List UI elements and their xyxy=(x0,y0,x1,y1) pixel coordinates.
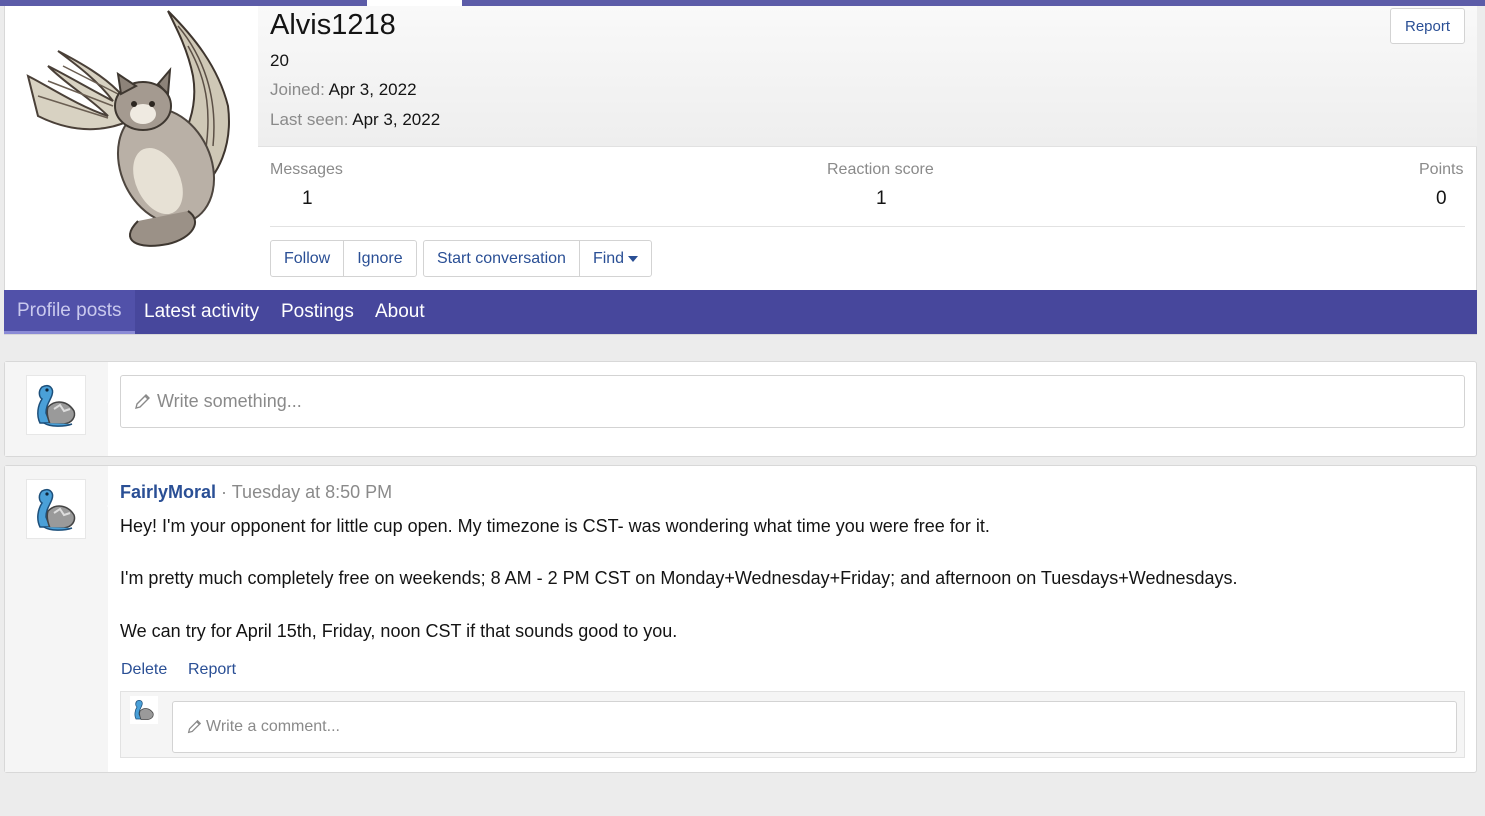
post-author-avatar[interactable] xyxy=(26,479,86,539)
joined-value: Apr 3, 2022 xyxy=(328,80,417,99)
last-seen-value[interactable]: Apr 3, 2022 xyxy=(352,110,440,129)
write-something-placeholder: Write something... xyxy=(157,391,302,411)
ignore-button[interactable]: Ignore xyxy=(343,241,415,276)
pencil-icon xyxy=(187,719,202,734)
profile-avatar[interactable] xyxy=(18,6,258,252)
lapras-avatar-icon xyxy=(37,384,76,427)
report-button[interactable]: Report xyxy=(1390,8,1465,44)
follow-ignore-group: Follow Ignore xyxy=(270,240,417,277)
winged-cat-avatar-image xyxy=(26,10,230,247)
last-seen-label: Last seen: xyxy=(270,110,349,129)
reaction-score-label: Reaction score xyxy=(827,161,934,178)
lapras-avatar-icon xyxy=(37,488,76,531)
post-meta-separator: · xyxy=(221,482,228,502)
tab-postings[interactable]: Postings xyxy=(268,290,367,334)
pencil-icon xyxy=(135,393,150,409)
post-body-line: Hey! I'm your opponent for little cup op… xyxy=(120,516,990,536)
write-comment-input[interactable]: Write a comment... xyxy=(172,701,1457,753)
composer-arrow xyxy=(107,394,115,410)
post-meta: FairlyMoral · Tuesday at 8:50 PM xyxy=(120,482,392,503)
write-comment-placeholder: Write a comment... xyxy=(206,718,340,735)
profile-tabs: Profile posts Latest activity Postings A… xyxy=(4,290,1477,334)
last-seen-row: Last seen: Apr 3, 2022 xyxy=(270,110,440,130)
joined-label: Joined: xyxy=(270,80,325,99)
profile-post: FairlyMoral · Tuesday at 8:50 PM Hey! I'… xyxy=(4,465,1477,773)
write-something-input[interactable]: Write something... xyxy=(120,375,1465,428)
user-title: 20 xyxy=(270,51,289,70)
tab-latest-activity[interactable]: Latest activity xyxy=(131,290,272,334)
post-body-line: We can try for April 15th, Friday, noon … xyxy=(120,621,678,641)
caret-down-icon xyxy=(628,255,639,262)
points-value[interactable]: 0 xyxy=(1436,188,1447,210)
member-header-band xyxy=(258,6,1477,147)
joined-row: Joined: Apr 3, 2022 xyxy=(270,80,417,100)
tab-about[interactable]: About xyxy=(362,290,438,334)
report-link[interactable]: Report xyxy=(188,661,236,679)
member-header: Alvis1218 20 Joined: Apr 3, 2022 Last se… xyxy=(4,6,1477,335)
comment-area: Write a comment... xyxy=(120,691,1465,758)
follow-button[interactable]: Follow xyxy=(271,241,343,276)
messages-value[interactable]: 1 xyxy=(302,188,313,210)
post-timestamp[interactable]: Tuesday at 8:50 PM xyxy=(232,482,392,502)
conversation-find-group: Start conversation Find xyxy=(423,240,653,277)
start-conversation-button[interactable]: Start conversation xyxy=(424,241,579,276)
username: Alvis1218 xyxy=(270,9,396,41)
post-arrow xyxy=(107,498,115,514)
delete-link[interactable]: Delete xyxy=(121,661,167,679)
messages-label: Messages xyxy=(270,161,343,178)
find-button[interactable]: Find xyxy=(578,241,651,276)
find-label: Find xyxy=(592,249,625,267)
post-author-name[interactable]: FairlyMoral xyxy=(120,482,216,502)
post-body-line: I'm pretty much completely free on weeke… xyxy=(120,568,1238,588)
reaction-score-value[interactable]: 1 xyxy=(876,188,887,210)
lapras-avatar-icon xyxy=(134,699,154,720)
profile-post-composer: Write something... xyxy=(4,361,1477,457)
tab-profile-posts[interactable]: Profile posts xyxy=(4,290,135,334)
stats-divider xyxy=(270,226,1465,227)
points-label: Points xyxy=(1419,161,1464,178)
comment-user-avatar[interactable] xyxy=(130,696,158,724)
current-user-avatar[interactable] xyxy=(26,375,86,435)
